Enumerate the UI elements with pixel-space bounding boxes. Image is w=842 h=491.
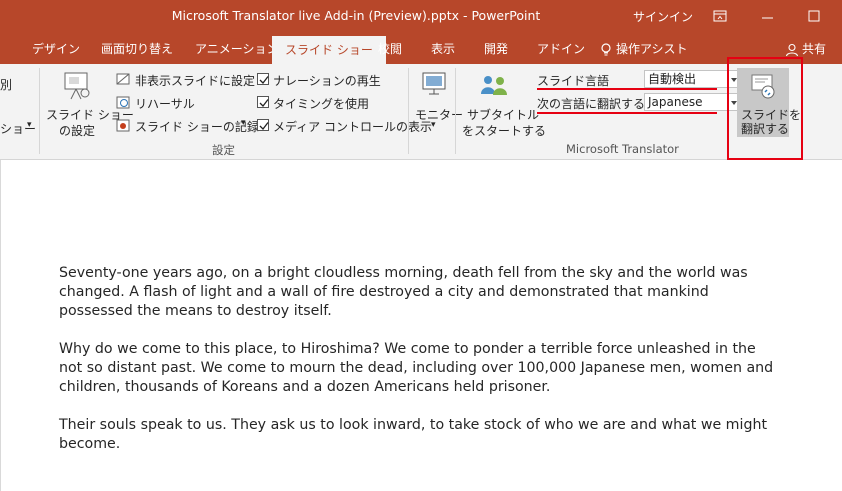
stopwatch-icon [116,96,130,109]
checkmark-icon [259,76,269,84]
highlight-underline [537,88,717,90]
highlight-underline [537,112,717,114]
text-line: Seventy-one years ago, on a bright cloud… [59,265,748,281]
group-divider [408,68,409,154]
maximize-icon [808,10,820,22]
translate-to-label: 次の言語に翻訳する: [537,97,650,111]
minimize-button[interactable] [752,4,782,28]
minimize-icon [762,17,773,19]
text-line: children, thousands of Koreans and a doz… [59,379,551,395]
text-line: Why do we come to this place, to Hiroshi… [59,341,756,357]
tab-developer[interactable]: 開発 [484,34,508,64]
slide-paragraph-2[interactable]: Why do we come to this place, to Hiroshi… [59,340,799,397]
group-label-translator: Microsoft Translator [566,142,679,156]
slideshow-setup-icon [64,72,90,100]
group-divider [455,68,456,154]
slide-edge [0,160,1,491]
record-icon [116,119,130,132]
text-line: possessed the means to destroy itself. [59,303,332,319]
hide-slide-icon [116,73,130,85]
slide-paragraph-1[interactable]: Seventy-one years ago, on a bright cloud… [59,264,799,321]
people-icon [481,76,507,95]
slide-paragraph-3[interactable]: Their souls speak to us. They ask us to … [59,416,799,454]
tab-review[interactable]: 校閲 [378,34,402,64]
start-subtitles-label-2[interactable]: をスタートする [462,122,546,139]
person-icon [785,43,799,56]
signin-link[interactable]: サインイン [633,8,693,25]
tell-me-label: 操作アシスト [616,42,688,56]
custom-show-label-1[interactable]: 別 [0,76,12,93]
chevron-down-icon[interactable]: ▾ [241,118,246,128]
tab-add-ins[interactable]: アドイン [537,34,585,64]
use-timings-checkbox[interactable] [257,96,269,108]
text-line: Their souls speak to us. They ask us to … [59,417,768,433]
ribbon-display-icon [713,10,727,22]
text-line: not so distant past. We come to mourn th… [59,360,774,376]
share-label: 共有 [802,42,827,56]
chevron-down-icon: ▾ [27,120,32,130]
tab-view[interactable]: 表示 [431,34,455,64]
slide-language-select[interactable]: 自動検出 [644,70,729,88]
hide-slide-button[interactable]: 非表示スライドに設定 [135,72,255,89]
play-narration-label: ナレーションの再生 [273,74,381,88]
play-narration-checkbox[interactable] [257,73,269,85]
monitor-icon [422,72,446,95]
start-subtitles-label-1[interactable]: サブタイトル [467,106,539,123]
slide-language-label: スライド言語 [537,74,610,88]
group-label-setup: 設定 [212,143,235,157]
tab-design[interactable]: デザイン [32,34,80,64]
tab-transitions[interactable]: 画面切り替え [101,34,173,64]
checkmark-icon [259,99,269,107]
tab-animations[interactable]: アニメーション [195,34,279,64]
highlight-box [727,57,803,160]
lightbulb-icon [601,42,611,55]
ribbon-display-options-button[interactable] [705,4,735,28]
chevron-down-icon[interactable]: ▾ [431,120,436,130]
checkmark-icon [259,122,269,130]
title-bar: Microsoft Translator live Add-in (Previe… [0,0,842,34]
tab-slide-show[interactable]: スライド ショー [272,36,386,64]
use-timings-label: タイミングを使用 [273,97,370,111]
rehearse-button[interactable]: リハーサル [135,95,195,112]
maximize-button[interactable] [799,4,829,28]
group-divider [39,68,40,154]
translate-to-select[interactable]: Japanese [644,93,729,111]
tell-me-search[interactable]: 操作アシスト [600,34,688,64]
text-line: changed. A flash of light and a wall of … [59,284,709,300]
ribbon-tabs: デザイン 画面切り替え アニメーション スライド ショー 校閲 表示 開発 アド… [0,34,842,64]
slideshow-setup-label-2[interactable]: の設定 [59,122,95,139]
show-media-controls-checkbox[interactable] [257,119,269,131]
text-line: become. [59,436,121,452]
